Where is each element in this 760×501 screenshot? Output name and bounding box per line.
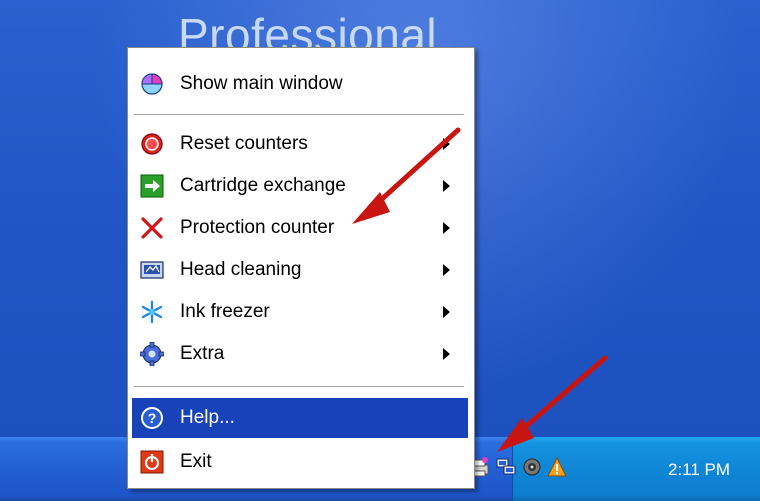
menu-item-reset-counters[interactable]: Reset counters [132,124,468,164]
green-arrow-icon [140,174,164,198]
menu-item-head-cleaning[interactable]: Head cleaning [132,250,468,290]
volume-icon[interactable] [521,456,543,478]
network-icon[interactable] [495,456,517,478]
tray-context-menu: Show main window Reset counters Cartridg… [127,47,475,489]
menu-item-show-main-window[interactable]: Show main window [132,64,468,104]
red-circle-icon [141,133,163,155]
red-x-icon [141,217,163,239]
help-icon: ? [141,407,163,429]
power-icon [140,450,164,474]
menu-item-label: Show main window [180,73,343,94]
gear-icon [140,342,164,366]
menu-item-label: Head cleaning [180,259,302,280]
submenu-arrow-icon [443,348,450,360]
menu-item-cartridge-exchange[interactable]: Cartridge exchange [132,166,468,206]
menu-item-label: Protection counter [180,217,335,238]
menu-item-label: Help... [180,407,235,428]
submenu-arrow-icon [443,306,450,318]
menu-item-protection-counter[interactable]: Protection counter [132,208,468,248]
menu-item-exit[interactable]: Exit [132,442,468,482]
pie-chart-icon [141,73,163,95]
submenu-arrow-icon [443,138,450,150]
menu-item-label: Reset counters [180,133,308,154]
menu-item-extra[interactable]: Extra [132,334,468,374]
svg-text:?: ? [148,410,157,426]
submenu-arrow-icon [443,222,450,234]
taskbar-clock[interactable]: 2:11 PM [668,460,730,480]
menu-item-label: Ink freezer [180,301,270,322]
menu-item-help[interactable]: ? Help... [132,398,468,438]
menu-item-label: Cartridge exchange [180,175,346,196]
menu-separator [134,114,464,116]
submenu-arrow-icon [443,264,450,276]
update-icon[interactable] [546,456,568,478]
menu-item-label: Exit [180,451,212,472]
snowflake-icon [141,300,163,324]
printhead-icon [140,261,164,279]
submenu-arrow-icon [443,180,450,192]
menu-separator [134,386,464,388]
menu-item-label: Extra [180,343,225,364]
menu-item-ink-freezer[interactable]: Ink freezer [132,292,468,332]
